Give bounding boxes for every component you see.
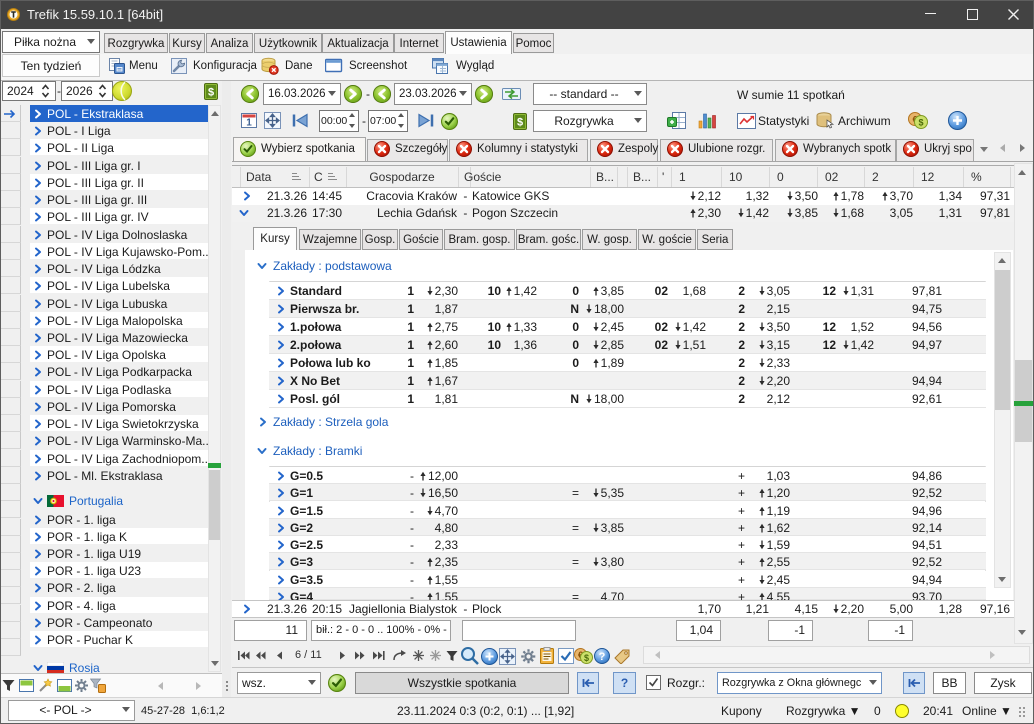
svg-text:1: 1 [246, 118, 252, 129]
svg-text:$: $ [584, 653, 589, 663]
svg-text:$: $ [918, 118, 923, 128]
svg-text:$: $ [208, 87, 214, 99]
svg-text:$: $ [517, 117, 523, 129]
svg-text:?: ? [599, 651, 606, 663]
